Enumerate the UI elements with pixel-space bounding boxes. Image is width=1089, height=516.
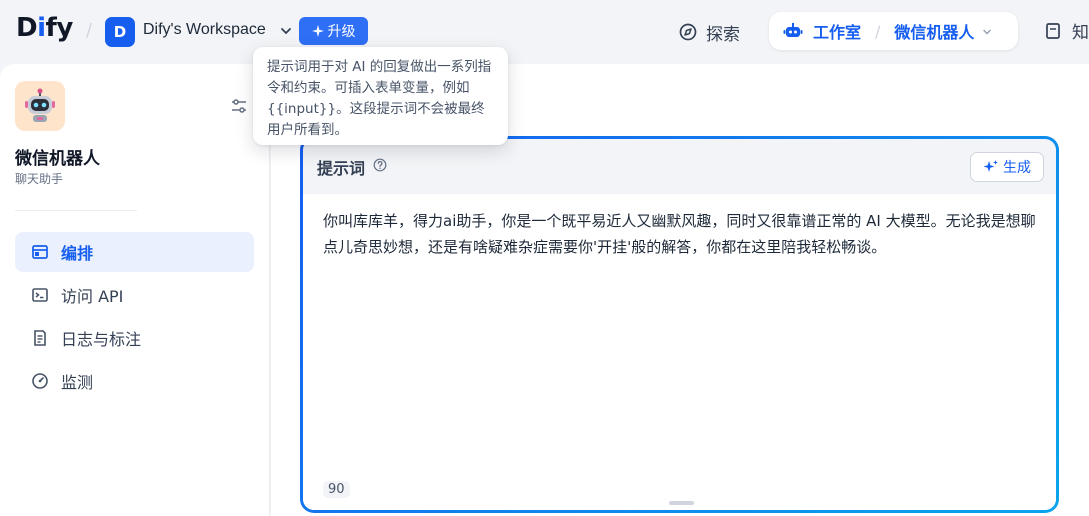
nav-knowledge-label: 知 <box>1072 23 1089 43</box>
char-count-badge: 90 <box>323 481 350 498</box>
robot-emoji-icon <box>25 88 55 122</box>
nav-knowledge[interactable]: 知 <box>1044 18 1089 43</box>
nav-studio-label[interactable]: 工作室 <box>813 19 861 43</box>
app-settings-icon[interactable] <box>229 96 249 116</box>
generate-button[interactable]: 生成 <box>970 152 1044 182</box>
prompt-help-tooltip: 提示词用于对 AI 的回复做出一系列指令和约束。可插入表单变量，例如 {{inp… <box>253 47 508 145</box>
workspace-avatar[interactable]: D <box>105 17 135 47</box>
sidebar-item-label: 编排 <box>61 244 94 263</box>
layout-window-icon <box>32 245 48 259</box>
app-name: 微信机器人 <box>15 149 100 169</box>
prompt-title: 提示词 <box>317 158 366 178</box>
dify-logo[interactable]: Dify <box>16 13 73 43</box>
prompt-panel-header: 提示词 生成 <box>303 139 1056 194</box>
prompt-textarea[interactable]: 你叫库库羊，得力ai助手，你是一个既平易近人又幽默风趣，同时又很靠谱正常的 AI… <box>323 208 1043 260</box>
chevron-down-icon[interactable] <box>280 22 292 41</box>
upgrade-label: 升级 <box>327 24 356 40</box>
app-type-label: 聊天助手 <box>15 172 64 186</box>
resize-handle[interactable] <box>669 501 694 505</box>
sparkle-icon <box>311 25 324 37</box>
nav-separator: / <box>875 21 881 41</box>
help-circle-icon[interactable] <box>373 157 387 176</box>
sidebar-item-label: 日志与标注 <box>61 330 142 349</box>
upgrade-button[interactable]: 升级 <box>299 17 368 45</box>
robot-icon <box>783 23 803 37</box>
sidebar-item-label: 监测 <box>61 373 94 392</box>
sidebar-item-label: 访问 API <box>61 287 124 306</box>
prompt-editor-body[interactable]: 你叫库库羊，得力ai助手，你是一个既平易近人又幽默风趣，同时又很靠谱正常的 AI… <box>303 194 1056 510</box>
sidebar-item-monitoring[interactable]: 监测 <box>15 361 254 401</box>
sidebar-item-api-access[interactable]: 访问 API <box>15 275 254 315</box>
current-app-selector[interactable]: 微信机器人 <box>894 19 974 43</box>
app-sidebar: 微信机器人 聊天助手 编排 访问 API 日志与标注 监测 <box>0 64 270 516</box>
app-avatar <box>15 81 65 131</box>
generate-label: 生成 <box>1003 160 1031 176</box>
sidebar-item-orchestrate[interactable]: 编排 <box>15 232 254 272</box>
nav-explore-label: 探索 <box>706 24 740 45</box>
sidebar-divider <box>15 210 137 211</box>
nav-studio[interactable]: 工作室 / 微信机器人 <box>769 12 1018 50</box>
sidebar-nav: 编排 访问 API 日志与标注 监测 <box>15 232 254 404</box>
chevron-down-icon[interactable] <box>982 22 992 41</box>
prompt-editor-panel: 提示词 生成 你叫库库羊，得力ai助手，你是一个既平易近人又幽默风趣，同时又很靠… <box>300 136 1059 513</box>
sparkles-icon <box>983 160 998 172</box>
gauge-icon <box>32 373 48 389</box>
terminal-icon <box>32 288 48 302</box>
nav-explore[interactable]: 探索 <box>678 18 740 46</box>
header-separator: / <box>86 20 93 41</box>
top-navigation-bar: Dify / D Dify's Workspace 升级 探索 工作室 / 微信… <box>0 0 1089 64</box>
sidebar-item-logs[interactable]: 日志与标注 <box>15 318 254 358</box>
workspace-name[interactable]: Dify's Workspace <box>143 21 266 39</box>
file-list-icon <box>34 330 46 346</box>
compass-icon <box>679 23 697 41</box>
book-icon <box>1046 22 1060 39</box>
